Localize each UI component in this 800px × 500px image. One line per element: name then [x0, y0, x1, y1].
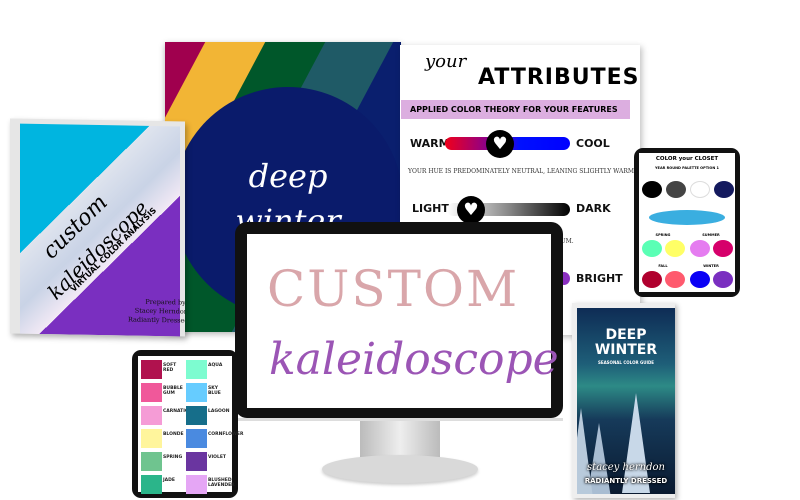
- swatch-label: SOFT RED: [163, 363, 177, 373]
- guide-author: stacey herndon: [587, 462, 665, 473]
- season-label: WINTER: [703, 264, 719, 268]
- guide-title-deep: DEEP: [605, 327, 647, 343]
- monitor-screen: CUSTOM kaleidoscope: [247, 234, 559, 408]
- swatch: [141, 406, 162, 425]
- swatch-tablet: SOFT RED AQUA BUBBLE GUM SKY BLUE CARNATION L…: [132, 350, 244, 498]
- guide-title: DEEP WINTER: [577, 328, 675, 358]
- swatch: [141, 452, 162, 471]
- guide-company: RADIANTLY DRESSED: [584, 477, 668, 485]
- swatch-label: SPRING: [163, 455, 183, 460]
- warm-label: WARM: [410, 137, 450, 150]
- color-circle: [690, 181, 710, 198]
- color-circle: [665, 240, 685, 257]
- swatch: [141, 429, 162, 448]
- heart-icon[interactable]: ♥: [457, 196, 485, 224]
- attributes-heading: ATTRIBUTES: [478, 65, 640, 90]
- swatch-label: CARNATION: [163, 409, 193, 414]
- dark-label: DARK: [576, 202, 611, 215]
- swatch-list: SOFT RED AQUA BUBBLE GUM SKY BLUE CARNATION L…: [138, 356, 244, 494]
- color-circle: [714, 181, 734, 198]
- closet-title: COLOR your CLOSET: [655, 156, 719, 162]
- closet-tablet: COLOR your CLOSET YEAR ROUND PALETTE OPT…: [634, 148, 740, 297]
- monitor: CUSTOM kaleidoscope: [235, 222, 563, 418]
- guide-title-winter: WINTER: [594, 342, 658, 358]
- season-label: SUMMER: [702, 233, 720, 237]
- color-circle: [642, 271, 662, 288]
- swatch-label: BLUSHED LAVENDER: [208, 478, 235, 488]
- swatch-label: BLONDE: [163, 432, 184, 437]
- monitor-base: [322, 455, 478, 483]
- book-credits: Prepared by: Stacey Herndon Radiantly Dr…: [128, 298, 185, 326]
- bright-label: BRIGHT: [576, 272, 623, 285]
- guide-cover: DEEP WINTER SEASONAL COLOR GUIDE stacey …: [577, 308, 675, 494]
- color-circle: [649, 210, 725, 225]
- swatch-label: AQUA: [208, 363, 223, 368]
- swatch-label: VIOLET: [208, 455, 226, 460]
- color-circle: [665, 271, 685, 288]
- swatch-label: LAGOON: [208, 409, 230, 414]
- season-label: SPRING: [655, 233, 671, 237]
- season-label: FALL: [658, 264, 668, 268]
- color-circle: [713, 240, 733, 257]
- script-your: your: [425, 51, 467, 72]
- color-circle: [690, 271, 710, 288]
- color-circle: [666, 181, 686, 198]
- color-circle: [713, 271, 733, 288]
- swatch: [186, 406, 207, 425]
- logo-kaleidoscope: kaleidoscope: [269, 334, 559, 385]
- swatch: [186, 360, 207, 379]
- guide-subtitle: SEASONAL COLOR GUIDE: [597, 360, 655, 365]
- color-circle: [690, 240, 710, 257]
- hue-note: YOUR HUE IS PREDOMINATELY NEUTRAL, LEANI…: [408, 168, 636, 175]
- swatch: [141, 383, 162, 402]
- swatch: [186, 383, 207, 402]
- monitor-chin: [235, 418, 563, 421]
- swatch-label: BUBBLE GUM: [163, 386, 183, 396]
- swatch-label: JADE: [163, 478, 175, 483]
- swatch-label: SKY BLUE: [208, 386, 221, 396]
- cool-label: COOL: [576, 137, 610, 150]
- swatch: [141, 360, 162, 379]
- color-circle: [642, 240, 662, 257]
- analysis-book: custom kaleidoscope VIRTUAL COLOR ANALYS…: [10, 118, 185, 337]
- closet-subtitle: YEAR ROUND PALETTE OPTION 1: [655, 166, 719, 170]
- swatch: [186, 429, 207, 448]
- swatch-label: CORNFLOWER: [208, 432, 244, 437]
- swatch: [186, 452, 207, 471]
- company: Radiantly Dressed: [128, 315, 185, 325]
- light-label: LIGHT: [412, 202, 449, 215]
- swatch: [141, 475, 162, 494]
- color-circle: [642, 181, 662, 198]
- logo-custom: CUSTOM: [267, 260, 520, 318]
- swatch: [186, 475, 207, 494]
- heart-icon[interactable]: ♥: [486, 130, 514, 158]
- title-deep: deep: [248, 157, 328, 195]
- theory-banner: APPLIED COLOR THEORY FOR YOUR FEATURES: [401, 100, 630, 119]
- deep-winter-guide: DEEP WINTER SEASONAL COLOR GUIDE stacey …: [572, 303, 675, 498]
- closet-sheet: COLOR your CLOSET YEAR ROUND PALETTE OPT…: [639, 153, 735, 292]
